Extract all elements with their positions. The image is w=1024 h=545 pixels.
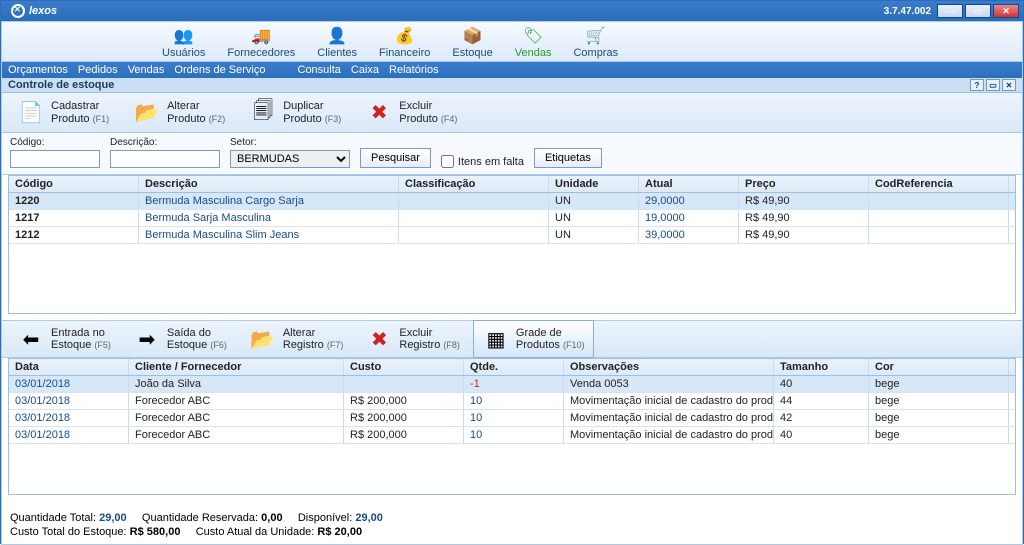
panel-close-button[interactable]: ✕	[1002, 79, 1016, 91]
ribbon-Vendas[interactable]: 🏷 Vendas	[515, 25, 552, 59]
pesquisar-button[interactable]: Pesquisar	[360, 148, 431, 168]
table-row[interactable]: 03/01/2018 Forecedor ABC R$ 200,000 10 M…	[9, 410, 1015, 427]
toolbar-icon: 📄	[17, 99, 45, 127]
panel-max-button[interactable]: ▭	[986, 79, 1000, 91]
maximize-button[interactable]: ▭	[965, 4, 991, 18]
th-Descrição[interactable]: Descrição	[139, 176, 399, 192]
toolbar-icon: 🗐	[249, 99, 277, 127]
table-row[interactable]: 03/01/2018 Forecedor ABC R$ 200,000 10 M…	[9, 393, 1015, 410]
table-row[interactable]: 1212 Bermuda Masculina Slim Jeans UN 39,…	[9, 227, 1015, 244]
btn-Entrada no-Estoque[interactable]: ⬅ Entrada no Estoque (F5)	[8, 320, 120, 358]
btn-Saída do-Estoque[interactable]: ➡ Saída do Estoque (F6)	[124, 320, 236, 358]
movements-table: DataCliente / FornecedorCustoQtde.Observ…	[8, 358, 1016, 495]
th-Data[interactable]: Data	[9, 359, 129, 375]
table-row[interactable]: 1220 Bermuda Masculina Cargo Sarja UN 29…	[9, 193, 1015, 210]
ribbon-Financeiro[interactable]: 💰 Financeiro	[379, 25, 430, 59]
toolbar-icon: ⬅	[17, 325, 45, 353]
toolbar-icon: 📂	[133, 99, 161, 127]
th-Atual[interactable]: Atual	[639, 176, 739, 192]
toolbar-icon: ▦	[482, 325, 510, 353]
menu-Caixa[interactable]: Caixa	[351, 64, 379, 76]
th-Unidade[interactable]: Unidade	[549, 176, 639, 192]
btn-Excluir-Produto[interactable]: ✖ Excluir Produto (F4)	[356, 94, 466, 132]
help-button[interactable]: ?	[970, 79, 984, 91]
btn-Duplicar-Produto[interactable]: 🗐 Duplicar Produto (F3)	[240, 94, 350, 132]
th-Observações[interactable]: Observações	[564, 359, 774, 375]
title-bar: lexos 3.7.47.002 — ▭ ✕	[1, 1, 1023, 21]
btn-Grade de-Produtos[interactable]: ▦ Grade de Produtos (F10)	[473, 320, 594, 358]
ribbon-icon: 👥	[173, 25, 195, 47]
ribbon-nav: 👥 Usuários 🚚 Fornecedores 👤 Clientes 💰 F…	[2, 22, 1022, 62]
stock-toolbar: ⬅ Entrada no Estoque (F5) ➡ Saída do Est…	[2, 320, 1022, 358]
codigo-label: Código:	[10, 137, 100, 148]
descricao-label: Descrição:	[110, 137, 220, 148]
app-name: lexos	[29, 5, 57, 17]
itens-falta-checkbox[interactable]: Itens em falta	[441, 155, 524, 168]
totals-bar: Quantidade Total: 29,00 Quantidade Reser…	[10, 512, 1014, 540]
descricao-input[interactable]	[110, 150, 220, 168]
product-toolbar: 📄 Cadastrar Produto (F1) 📂 Alterar Produ…	[2, 93, 1022, 133]
ribbon-Usuários[interactable]: 👥 Usuários	[162, 25, 205, 59]
products-table: CódigoDescriçãoClassificaçãoUnidadeAtual…	[8, 175, 1016, 314]
menu-Pedidos[interactable]: Pedidos	[78, 64, 118, 76]
th-Tamanho[interactable]: Tamanho	[774, 359, 869, 375]
panel-title-bar: Controle de estoque ? ▭ ✕	[2, 78, 1022, 93]
app-logo: lexos	[5, 4, 57, 18]
panel-title: Controle de estoque	[8, 79, 114, 91]
ribbon-Fornecedores[interactable]: 🚚 Fornecedores	[227, 25, 295, 59]
menu-Ordens de Serviço[interactable]: Ordens de Serviço	[174, 64, 265, 76]
toolbar-icon: ✖	[365, 99, 393, 127]
menu-Relatórios[interactable]: Relatórios	[389, 64, 439, 76]
toolbar-icon: ➡	[133, 325, 161, 353]
menu-Vendas[interactable]: Vendas	[128, 64, 165, 76]
ribbon-icon: 📦	[462, 25, 484, 47]
toolbar-icon: ✖	[365, 325, 393, 353]
menu-Orçamentos[interactable]: Orçamentos	[8, 64, 68, 76]
btn-Alterar-Produto[interactable]: 📂 Alterar Produto (F2)	[124, 94, 234, 132]
ribbon-icon: 🏷	[522, 25, 544, 47]
table-row[interactable]: 03/01/2018 João da Silva -1 Venda 0053 4…	[9, 376, 1015, 393]
btn-Alterar-Registro[interactable]: 📂 Alterar Registro (F7)	[240, 320, 353, 358]
th-Cliente / Fornecedor[interactable]: Cliente / Fornecedor	[129, 359, 344, 375]
table-row[interactable]: 1217 Bermuda Sarja Masculina UN 19,0000 …	[9, 210, 1015, 227]
setor-select[interactable]: BERMUDAS	[230, 150, 350, 168]
ribbon-icon: 🛒	[585, 25, 607, 47]
app-version: 3.7.47.002	[884, 6, 931, 17]
th-Código[interactable]: Código	[9, 176, 139, 192]
menu-Consulta[interactable]: Consulta	[298, 64, 341, 76]
setor-label: Setor:	[230, 137, 350, 148]
ribbon-icon: 🚚	[250, 25, 272, 47]
menu-bar: Orçamentos Pedidos Vendas Ordens de Serviço…	[2, 62, 1022, 78]
btn-Cadastrar-Produto[interactable]: 📄 Cadastrar Produto (F1)	[8, 94, 118, 132]
th-Qtde.[interactable]: Qtde.	[464, 359, 564, 375]
ribbon-icon: 💰	[394, 25, 416, 47]
th-Preço[interactable]: Preço	[739, 176, 869, 192]
filter-bar: Código: Descrição: Setor: BERMUDAS Pesqu…	[2, 133, 1022, 175]
th-Custo[interactable]: Custo	[344, 359, 464, 375]
ribbon-Compras[interactable]: 🛒 Compras	[573, 25, 618, 59]
etiquetas-button[interactable]: Etiquetas	[534, 148, 602, 168]
th-Classificação[interactable]: Classificação	[399, 176, 549, 192]
toolbar-icon: 📂	[249, 325, 277, 353]
ribbon-Clientes[interactable]: 👤 Clientes	[317, 25, 357, 59]
logo-icon	[11, 4, 25, 18]
th-Cor[interactable]: Cor	[869, 359, 1009, 375]
ribbon-icon: 👤	[326, 25, 348, 47]
table-row[interactable]: 03/01/2018 Forecedor ABC R$ 200,000 10 M…	[9, 427, 1015, 444]
ribbon-Estoque[interactable]: 📦 Estoque	[452, 25, 492, 59]
th-CodReferencia[interactable]: CodReferencia	[869, 176, 1009, 192]
minimize-button[interactable]: —	[937, 4, 963, 18]
close-button[interactable]: ✕	[993, 4, 1019, 18]
codigo-input[interactable]	[10, 150, 100, 168]
btn-Excluir-Registro[interactable]: ✖ Excluir Registro (F8)	[356, 320, 469, 358]
